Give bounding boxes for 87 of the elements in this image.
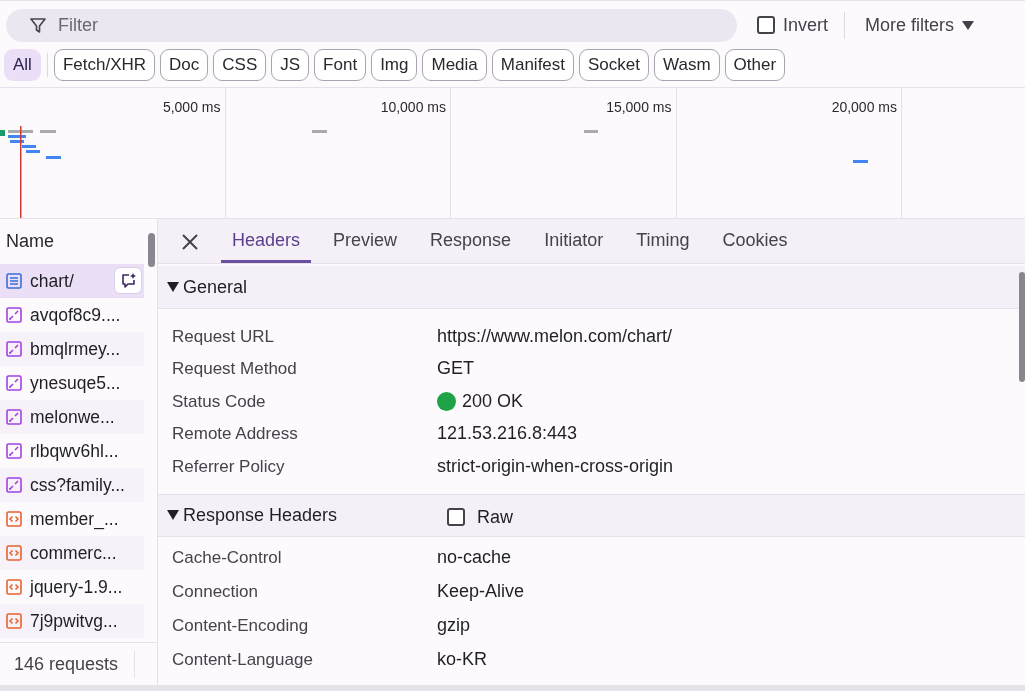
graph-icon bbox=[6, 341, 22, 357]
graph-icon bbox=[6, 375, 22, 391]
sparkle-chat-icon bbox=[120, 272, 136, 289]
request-name[interactable]: member_... bbox=[30, 505, 119, 533]
header-value: GET bbox=[437, 357, 474, 381]
header-name: Status Code bbox=[171, 390, 267, 413]
request-row[interactable]: commerc... bbox=[0, 536, 144, 570]
request-count: 146 requests bbox=[14, 650, 136, 678]
header-name: Referrer Policy bbox=[171, 455, 286, 478]
header-value: no-cache bbox=[437, 546, 512, 569]
filter-chip[interactable]: Socket bbox=[579, 49, 649, 81]
graph-icon bbox=[6, 477, 22, 493]
header-name: Request URL bbox=[171, 325, 276, 348]
tab[interactable]: Headers bbox=[221, 221, 312, 263]
graph-icon bbox=[6, 443, 22, 459]
request-name[interactable]: melonwe... bbox=[30, 403, 115, 431]
request-row[interactable]: chart/ bbox=[0, 264, 144, 298]
request-name[interactable]: 7j9pwitvg... bbox=[30, 607, 118, 635]
request-row[interactable]: melonwe... bbox=[0, 400, 144, 434]
ai-assist-button[interactable] bbox=[114, 267, 142, 294]
code-icon bbox=[6, 613, 22, 629]
triangle-icon bbox=[167, 281, 179, 293]
checkbox-label: Raw bbox=[477, 505, 513, 529]
filter-chip[interactable]: All bbox=[4, 49, 41, 81]
filter-icon bbox=[30, 17, 46, 34]
tick-label: 10,000 ms bbox=[380, 98, 446, 115]
request-name[interactable]: jquery-1.9... bbox=[30, 573, 123, 601]
filter-chip[interactable]: Doc bbox=[160, 49, 209, 81]
filter-field[interactable]: Filter bbox=[6, 8, 737, 42]
code-icon bbox=[6, 511, 22, 527]
filter-chip[interactable]: Media bbox=[422, 49, 487, 81]
document-icon bbox=[6, 273, 22, 289]
section-toggle[interactable]: Response Headers bbox=[158, 501, 447, 529]
filter-chip[interactable]: Other bbox=[724, 49, 786, 81]
tick-label: 5,000 ms bbox=[162, 98, 221, 115]
tab[interactable]: Cookies bbox=[711, 221, 799, 263]
filter-chip[interactable]: Font bbox=[314, 49, 367, 81]
graph-icon bbox=[6, 409, 22, 425]
header-value: https://www.melon.com/chart/ bbox=[437, 324, 673, 348]
request-row[interactable]: css?family... bbox=[0, 468, 144, 502]
code-icon bbox=[6, 579, 22, 595]
request-row[interactable]: 7j9pwitvg... bbox=[0, 604, 144, 638]
filter-chip[interactable]: Fetch/XHR bbox=[53, 49, 156, 81]
request-name[interactable]: commerc... bbox=[30, 539, 117, 567]
header-name: Connection bbox=[171, 580, 259, 603]
request-name[interactable]: rlbqwv6hl... bbox=[30, 437, 119, 465]
request-name[interactable]: chart/ bbox=[30, 267, 74, 295]
caret-icon bbox=[962, 20, 975, 30]
filter-chip[interactable]: CSS bbox=[213, 49, 267, 81]
request-name[interactable]: bmqlrmey... bbox=[30, 335, 121, 363]
request-name[interactable]: ynesuqe5... bbox=[30, 369, 121, 397]
filter-chip[interactable]: Wasm bbox=[654, 49, 720, 81]
checkbox[interactable] bbox=[757, 16, 775, 34]
filter-chip[interactable]: Img bbox=[371, 49, 418, 81]
header-value: 121.53.216.8:443 bbox=[437, 422, 578, 446]
filter-chip[interactable]: JS bbox=[271, 49, 310, 81]
header-value: 200 OK bbox=[462, 389, 524, 413]
tab[interactable]: Preview bbox=[322, 221, 409, 263]
header-value: Keep-Alive bbox=[437, 580, 525, 603]
header-value: strict-origin-when-cross-origin bbox=[437, 454, 674, 478]
more-filters-dropdown[interactable]: More filters bbox=[857, 11, 975, 39]
tick-label: 20,000 ms bbox=[831, 98, 897, 115]
request-row[interactable]: bmqlrmey... bbox=[0, 332, 144, 366]
tab[interactable]: Response bbox=[419, 221, 523, 263]
header-value: gzip bbox=[437, 614, 471, 637]
checkbox[interactable] bbox=[447, 508, 465, 526]
header-name: Request Method bbox=[171, 358, 298, 380]
header-value: ko-KR bbox=[437, 648, 487, 671]
column-header[interactable]: Name bbox=[6, 228, 54, 255]
scrollbar[interactable] bbox=[148, 233, 155, 267]
request-name[interactable]: css?family... bbox=[30, 471, 125, 499]
checkbox-label: Invert bbox=[783, 13, 829, 37]
tab[interactable]: Initiator bbox=[533, 221, 615, 263]
scrollbar[interactable] bbox=[1019, 272, 1025, 382]
code-icon bbox=[6, 545, 22, 561]
header-name: Cache-Control bbox=[171, 546, 283, 569]
tab[interactable]: Timing bbox=[625, 221, 701, 263]
graph-icon bbox=[6, 307, 22, 323]
request-name[interactable]: avqof8c9.... bbox=[30, 301, 121, 329]
close-icon bbox=[181, 233, 199, 251]
header-name: Content-Language bbox=[171, 648, 314, 671]
status-dot-icon bbox=[437, 391, 456, 411]
tick-label: 15,000 ms bbox=[606, 98, 672, 115]
triangle-icon bbox=[167, 509, 179, 521]
header-name: Content-Encoding bbox=[171, 614, 310, 637]
header-name: Remote Address bbox=[171, 423, 299, 445]
filter-chip[interactable]: Manifest bbox=[491, 49, 575, 81]
